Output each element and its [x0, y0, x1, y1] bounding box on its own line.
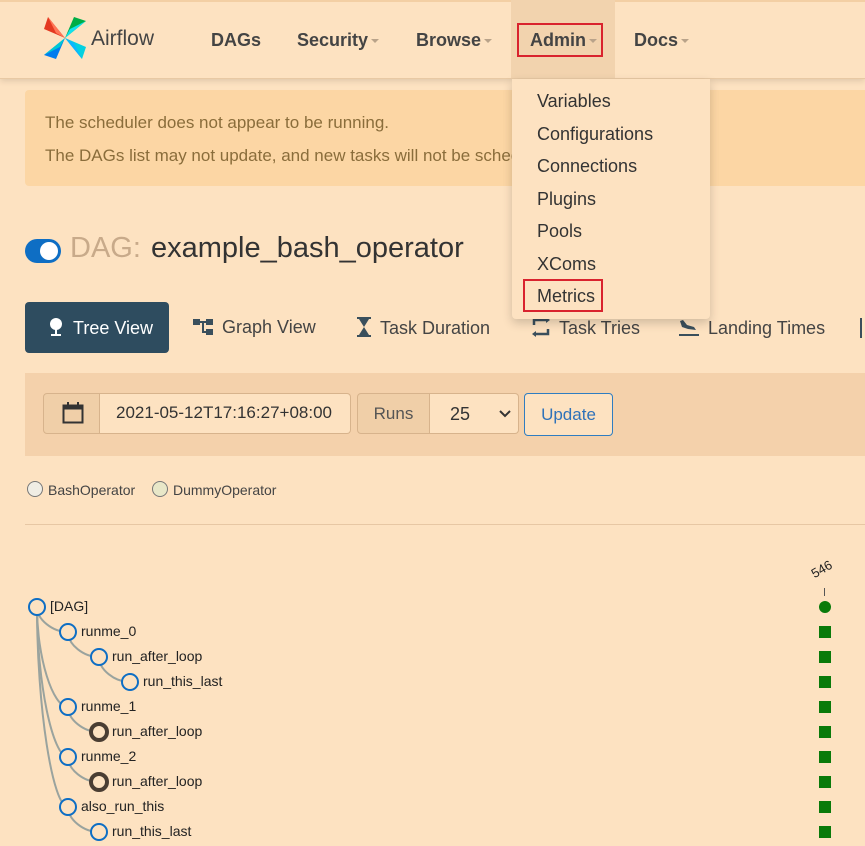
chevron-down-icon — [681, 39, 690, 44]
tree-node-circle[interactable] — [89, 722, 109, 742]
task-instance-status-square[interactable] — [819, 651, 831, 663]
tree-node-label[interactable]: run_this_last — [112, 823, 191, 839]
task-instance-status-square[interactable] — [819, 826, 831, 838]
airflow-logo-icon[interactable] — [42, 15, 88, 61]
nav-browse[interactable]: Browse — [416, 30, 493, 51]
tree-node-label[interactable]: run_this_last — [143, 673, 222, 689]
task-instance-status-square[interactable] — [819, 626, 831, 638]
task-instance-status-square[interactable] — [819, 701, 831, 713]
tree-node-circle[interactable] — [90, 648, 108, 666]
menu-item-connections[interactable]: Connections — [537, 156, 637, 177]
tree-node-circle[interactable] — [59, 748, 77, 766]
task-instance-status-square[interactable] — [819, 801, 831, 813]
tree-node-label[interactable]: [DAG] — [50, 598, 88, 614]
nav-docs[interactable]: Docs — [634, 30, 690, 51]
nav-dags-label: DAGs — [211, 30, 262, 50]
task-instance-status-square[interactable] — [819, 676, 831, 688]
nav-dags[interactable]: DAGs — [211, 30, 261, 51]
tree-node-label[interactable]: run_after_loop — [112, 648, 202, 664]
task-instance-status-square[interactable] — [819, 751, 831, 763]
task-instance-status-square[interactable] — [819, 726, 831, 738]
tree-node-circle[interactable] — [28, 598, 46, 616]
tree-node-circle[interactable] — [90, 823, 108, 841]
nav-security-label: Security — [297, 30, 369, 50]
menu-item-xcoms[interactable]: XComs — [537, 254, 596, 275]
chevron-down-icon — [371, 39, 380, 44]
admin-highlight-box — [517, 23, 603, 57]
tree-node-circle[interactable] — [59, 623, 77, 641]
menu-item-pools[interactable]: Pools — [537, 221, 582, 242]
tree-links — [28, 598, 831, 841]
menu-item-variables[interactable]: Variables — [537, 91, 611, 112]
tree-node-label[interactable]: runme_0 — [81, 623, 136, 639]
tree-link — [36, 606, 69, 708]
tree-node-circle[interactable] — [89, 772, 109, 792]
tree-node-label[interactable]: run_after_loop — [112, 723, 202, 739]
nav-browse-label: Browse — [416, 30, 482, 50]
menu-item-configurations[interactable]: Configurations — [537, 124, 653, 145]
tree-node-circle[interactable] — [59, 698, 77, 716]
dag-run-tick — [824, 588, 825, 596]
brand-name[interactable]: Airflow — [91, 27, 154, 51]
menu-item-plugins[interactable]: Plugins — [537, 189, 596, 210]
navbar: Airflow DAGs Security Browse Admin Docs — [0, 0, 865, 79]
admin-dropdown-menu: Variables Configurations Connections Plu… — [512, 79, 710, 319]
metrics-highlight-box — [523, 279, 603, 312]
navbar-top-line — [0, 0, 865, 2]
tree-node-label[interactable]: runme_1 — [81, 698, 136, 714]
task-instance-status-square[interactable] — [819, 776, 831, 788]
tree-node-label[interactable]: runme_2 — [81, 748, 136, 764]
nav-docs-label: Docs — [634, 30, 679, 50]
dag-run-status-circle[interactable] — [819, 601, 831, 613]
tree-node-label[interactable]: also_run_this — [81, 798, 164, 814]
tree-node-label[interactable]: run_after_loop — [112, 773, 202, 789]
tree-node-circle[interactable] — [59, 798, 77, 816]
tree-node-circle[interactable] — [121, 673, 139, 691]
nav-security[interactable]: Security — [297, 30, 380, 51]
chevron-down-icon — [484, 39, 493, 44]
